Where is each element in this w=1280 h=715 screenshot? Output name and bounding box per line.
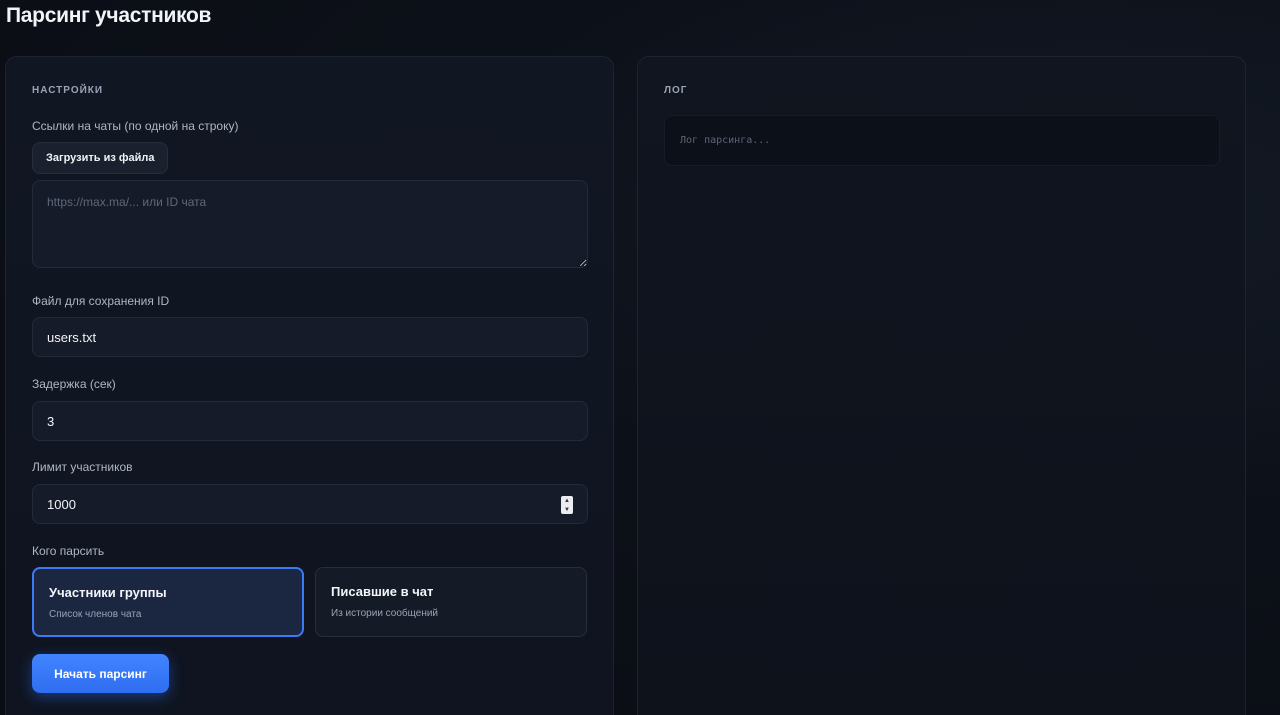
target-option-title: Писавшие в чат <box>331 584 434 599</box>
limit-label: Лимит участников <box>32 460 133 474</box>
target-option-subtitle: Из истории сообщений <box>331 608 439 619</box>
delay-value: 3 <box>47 413 55 429</box>
target-label: Кого парсить <box>32 544 105 558</box>
target-option-title: Участники группы <box>49 585 167 600</box>
settings-panel: НАСТРОЙКИ Ссылки на чаты (по одной на ст… <box>5 56 614 715</box>
stepper-up-icon[interactable]: ▲ <box>564 498 570 504</box>
target-option-group-members[interactable]: Участники группы Список членов чата <box>32 567 304 637</box>
load-from-file-button[interactable]: Загрузить из файла <box>32 142 169 174</box>
limit-input[interactable]: 1000 ▲ ▼ <box>32 484 588 524</box>
target-option-subtitle: Список членов чата <box>49 609 142 620</box>
stepper-down-icon[interactable]: ▼ <box>564 507 570 513</box>
log-section-title: ЛОГ <box>664 85 688 96</box>
save-file-input[interactable]: users.txt <box>32 317 588 357</box>
log-panel: ЛОГ Лог парсинга... <box>637 56 1246 715</box>
target-option-chat-writers[interactable]: Писавшие в чат Из истории сообщений <box>315 567 587 637</box>
start-parsing-button[interactable]: Начать парсинг <box>32 654 169 693</box>
number-stepper[interactable]: ▲ ▼ <box>561 496 573 514</box>
links-label: Ссылки на чаты (по одной на строку) <box>32 119 239 133</box>
save-file-value: users.txt <box>47 329 97 345</box>
log-placeholder: Лог парсинга... <box>680 135 771 146</box>
settings-section-title: НАСТРОЙКИ <box>32 85 104 96</box>
log-output[interactable]: Лог парсинга... <box>664 115 1220 166</box>
chat-links-textarea[interactable] <box>32 180 588 268</box>
save-file-label: Файл для сохранения ID <box>32 294 170 308</box>
delay-input[interactable]: 3 <box>32 401 588 441</box>
limit-value: 1000 <box>47 496 76 512</box>
delay-label: Задержка (сек) <box>32 377 116 391</box>
page-title: Парсинг участников <box>6 4 212 27</box>
